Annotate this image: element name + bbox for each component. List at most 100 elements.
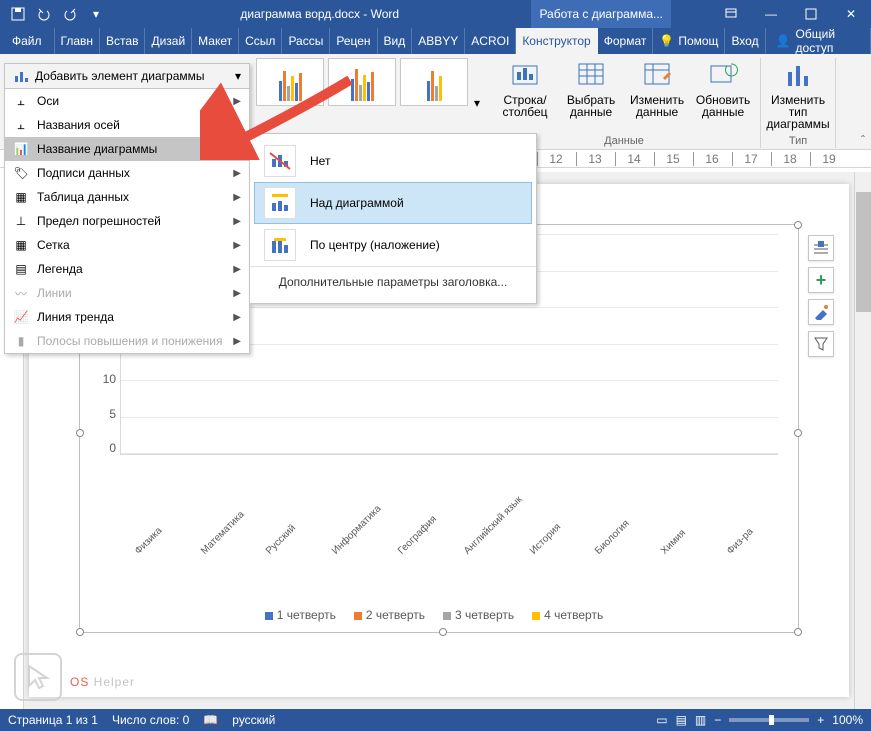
lines-icon: 〰 xyxy=(13,285,29,301)
menu-gridlines[interactable]: ▦Сетка▶ xyxy=(5,233,249,257)
switch-row-column-button[interactable]: Строка/ столбец xyxy=(494,58,556,118)
chart-element-icon xyxy=(13,68,29,84)
watermark-logo: OS Helper xyxy=(14,653,135,701)
contextual-tab-label: Работа с диаграмма... xyxy=(531,0,671,28)
tab-login[interactable]: Вход xyxy=(725,28,765,54)
title-bar: ▾ диаграмма ворд.docx - Word Работа с ди… xyxy=(0,0,871,28)
legend-item[interactable]: 4 четверть xyxy=(532,608,603,622)
chart-style-thumb[interactable] xyxy=(400,58,468,106)
gridlines-icon: ▦ xyxy=(13,237,29,253)
tab-file[interactable]: Файл xyxy=(0,28,55,54)
window-title: диаграмма ворд.docx - Word xyxy=(108,7,531,21)
status-word-count[interactable]: Число слов: 0 xyxy=(112,713,189,727)
tab-share[interactable]: 👤Общий доступ xyxy=(766,28,871,54)
zoom-slider[interactable] xyxy=(729,718,809,722)
tab-insert[interactable]: Встав xyxy=(100,28,145,54)
tab-design[interactable]: Дизай xyxy=(145,28,192,54)
tab-review[interactable]: Рецен xyxy=(330,28,377,54)
zoom-out-icon[interactable]: − xyxy=(714,713,721,727)
redo-icon[interactable] xyxy=(58,3,82,25)
vertical-scrollbar[interactable] xyxy=(854,172,871,709)
chart-style-thumb[interactable] xyxy=(328,58,396,106)
menu-updown-bars: ▮Полосы повышения и понижения▶ xyxy=(5,329,249,353)
ribbon-group-data: Данные xyxy=(604,135,644,148)
ribbon-tabs: Файл Главн Встав Дизай Макет Ссыл Рассы … xyxy=(0,28,871,54)
legend-item[interactable]: 1 четверть xyxy=(265,608,336,622)
chart-style-thumb[interactable] xyxy=(256,58,324,106)
title-above-icon xyxy=(264,187,296,219)
data-labels-icon: 🏷 xyxy=(13,165,29,181)
status-language[interactable]: русский xyxy=(232,713,275,727)
menu-trendline[interactable]: 📈Линия тренда▶ xyxy=(5,305,249,329)
chart-style-gallery[interactable] xyxy=(256,58,468,106)
submenu-none[interactable]: Нет xyxy=(250,140,536,182)
collapse-ribbon-icon[interactable]: ˆ xyxy=(861,133,865,147)
tab-abbyy[interactable]: ABBYY xyxy=(412,28,465,54)
add-chart-element-button[interactable]: Добавить элемент диаграммы ▾ xyxy=(5,64,249,89)
ribbon-group-type: Тип xyxy=(789,135,807,148)
chart-title-icon: 📊 xyxy=(13,141,29,157)
tab-acrobat[interactable]: ACROI xyxy=(465,28,516,54)
axis-titles-icon: ⫠ xyxy=(13,117,29,133)
ribbon-options-icon[interactable] xyxy=(711,0,751,28)
submenu-more-options[interactable]: Дополнительные параметры заголовка... xyxy=(250,266,536,297)
menu-axes[interactable]: ⫠Оси▶ xyxy=(5,89,249,113)
error-bars-icon: ⊥ xyxy=(13,213,29,229)
change-chart-type-button[interactable]: Изменить тип диаграммы xyxy=(767,58,829,130)
tab-mailings[interactable]: Рассы xyxy=(282,28,330,54)
qat-dropdown-icon[interactable]: ▾ xyxy=(84,3,108,25)
tab-references[interactable]: Ссыл xyxy=(239,28,282,54)
edit-data-button[interactable]: Изменить данные xyxy=(626,58,688,118)
menu-lines: 〰Линии▶ xyxy=(5,281,249,305)
layout-options-icon[interactable] xyxy=(808,235,834,261)
data-table-icon: ▦ xyxy=(13,189,29,205)
tab-layout[interactable]: Макет xyxy=(192,28,239,54)
title-overlay-icon xyxy=(264,229,296,261)
add-chart-element-menu: Добавить элемент диаграммы ▾ ⫠Оси▶ ⫠Назв… xyxy=(4,63,250,354)
spellcheck-icon[interactable]: 📖 xyxy=(203,713,218,727)
person-icon: 👤 xyxy=(776,34,791,48)
status-page[interactable]: Страница 1 из 1 xyxy=(8,713,98,727)
web-layout-icon[interactable]: ▥ xyxy=(695,713,706,727)
submenu-centered-overlay[interactable]: По центру (наложение) xyxy=(250,224,536,266)
undo-icon[interactable] xyxy=(32,3,56,25)
title-none-icon xyxy=(264,145,296,177)
menu-legend[interactable]: ▤Легенда▶ xyxy=(5,257,249,281)
updown-icon: ▮ xyxy=(13,333,29,349)
save-icon[interactable] xyxy=(6,3,30,25)
chart-elements-icon[interactable]: + xyxy=(808,267,834,293)
zoom-level[interactable]: 100% xyxy=(832,713,863,727)
minimize-icon[interactable]: ― xyxy=(751,0,791,28)
submenu-above-chart[interactable]: Над диаграммой xyxy=(254,182,532,224)
trendline-icon: 📈 xyxy=(13,309,29,325)
gallery-more-icon[interactable]: ▾ xyxy=(472,94,482,112)
chevron-down-icon: ▾ xyxy=(235,69,241,83)
menu-data-labels[interactable]: 🏷Подписи данных▶ xyxy=(5,161,249,185)
tab-format[interactable]: Формат xyxy=(598,28,654,54)
chart-styles-icon[interactable] xyxy=(808,299,834,325)
menu-axis-titles[interactable]: ⫠Названия осей▶ xyxy=(5,113,249,137)
legend-item[interactable]: 3 четверть xyxy=(443,608,514,622)
refresh-data-button[interactable]: Обновить данные xyxy=(692,58,754,118)
legend-icon: ▤ xyxy=(13,261,29,277)
tab-home[interactable]: Главн xyxy=(55,28,101,54)
read-mode-icon[interactable]: ▭ xyxy=(656,713,667,727)
tab-view[interactable]: Вид xyxy=(378,28,413,54)
status-bar: Страница 1 из 1 Число слов: 0 📖 русский … xyxy=(0,709,871,731)
legend-item[interactable]: 2 четверть xyxy=(354,608,425,622)
print-layout-icon[interactable]: ▤ xyxy=(676,713,687,727)
chart-legend[interactable]: 1 четверть 2 четверть 3 четверть 4 четве… xyxy=(90,608,778,622)
maximize-icon[interactable] xyxy=(791,0,831,28)
menu-error-bars[interactable]: ⊥Предел погрешностей▶ xyxy=(5,209,249,233)
select-data-button[interactable]: Выбрать данные xyxy=(560,58,622,118)
menu-chart-title[interactable]: 📊Название диаграммы▶ xyxy=(5,137,249,161)
cursor-icon xyxy=(14,653,62,701)
tab-help[interactable]: 💡Помощ xyxy=(653,28,725,54)
zoom-in-icon[interactable]: + xyxy=(817,713,824,727)
chart-filters-icon[interactable] xyxy=(808,331,834,357)
chart-title-submenu: Нет Над диаграммой По центру (наложение)… xyxy=(249,133,537,304)
tab-constructor[interactable]: Конструктор xyxy=(516,28,597,54)
menu-data-table[interactable]: ▦Таблица данных▶ xyxy=(5,185,249,209)
close-icon[interactable]: ✕ xyxy=(831,0,871,28)
bulb-icon: 💡 xyxy=(659,34,674,48)
